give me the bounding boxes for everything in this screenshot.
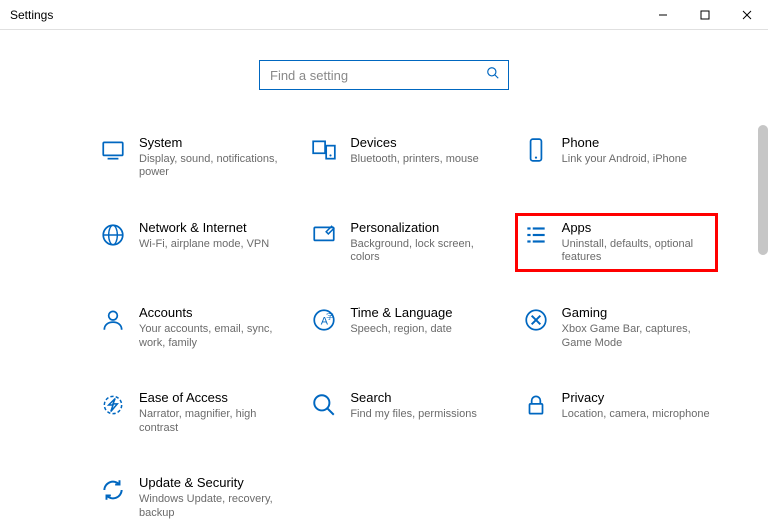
tile-title: Time & Language	[350, 305, 499, 321]
search-icon	[486, 66, 500, 85]
close-button[interactable]	[726, 0, 768, 29]
tile-network-internet[interactable]: Network & Internet Wi-Fi, airplane mode, …	[92, 213, 295, 272]
window-title: Settings	[10, 8, 53, 22]
tile-title: Apps	[562, 220, 711, 236]
tile-update-security[interactable]: Update & Security Windows Update, recover…	[92, 468, 295, 525]
gaming-icon	[522, 305, 550, 333]
tile-title: Network & Internet	[139, 220, 288, 236]
tile-phone[interactable]: Phone Link your Android, iPhone	[515, 128, 718, 187]
system-icon	[99, 135, 127, 163]
tile-text: Personalization Background, lock screen, …	[350, 220, 499, 265]
tile-title: Gaming	[562, 305, 711, 321]
tile-ease-of-access[interactable]: Ease of Access Narrator, magnifier, high …	[92, 383, 295, 442]
tile-personalization[interactable]: Personalization Background, lock screen, …	[303, 213, 506, 272]
minimize-icon	[658, 10, 668, 20]
tile-title: System	[139, 135, 288, 151]
tile-desc: Link your Android, iPhone	[562, 153, 711, 167]
tile-text: Phone Link your Android, iPhone	[562, 135, 711, 166]
search-input[interactable]	[268, 67, 486, 84]
search-icon	[310, 390, 338, 418]
tile-text: Privacy Location, camera, microphone	[562, 390, 711, 421]
tile-apps[interactable]: Apps Uninstall, defaults, optional featur…	[515, 213, 718, 272]
tile-text: System Display, sound, notifications, pow…	[139, 135, 288, 180]
tile-desc: Your accounts, email, sync, work, family	[139, 323, 288, 351]
tile-desc: Bluetooth, printers, mouse	[350, 153, 499, 167]
tile-desc: Location, camera, microphone	[562, 408, 711, 422]
search-box[interactable]	[259, 60, 509, 90]
tile-text: Search Find my files, permissions	[350, 390, 499, 421]
maximize-button[interactable]	[684, 0, 726, 29]
tile-desc: Background, lock screen, colors	[350, 238, 499, 266]
tile-desc: Windows Update, recovery, backup	[139, 493, 288, 521]
scrollbar[interactable]	[758, 125, 768, 255]
tile-text: Ease of Access Narrator, magnifier, high …	[139, 390, 288, 435]
tile-privacy[interactable]: Privacy Location, camera, microphone	[515, 383, 718, 442]
tile-title: Devices	[350, 135, 499, 151]
tile-text: Devices Bluetooth, printers, mouse	[350, 135, 499, 166]
privacy-icon	[522, 390, 550, 418]
tile-search[interactable]: Search Find my files, permissions	[303, 383, 506, 442]
network-icon	[99, 220, 127, 248]
tile-text: Gaming Xbox Game Bar, captures, Game Mode	[562, 305, 711, 350]
maximize-icon	[700, 10, 710, 20]
tile-title: Privacy	[562, 390, 711, 406]
tile-desc: Speech, region, date	[350, 323, 499, 337]
tile-title: Phone	[562, 135, 711, 151]
tile-text: Network & Internet Wi-Fi, airplane mode, …	[139, 220, 288, 251]
tile-system[interactable]: System Display, sound, notifications, pow…	[92, 128, 295, 187]
time-language-icon	[310, 305, 338, 333]
tile-devices[interactable]: Devices Bluetooth, printers, mouse	[303, 128, 506, 187]
tile-text: Apps Uninstall, defaults, optional featur…	[562, 220, 711, 265]
tile-title: Accounts	[139, 305, 288, 321]
tile-title: Update & Security	[139, 475, 288, 491]
devices-icon	[310, 135, 338, 163]
ease-of-access-icon	[99, 390, 127, 418]
close-icon	[742, 10, 752, 20]
personalization-icon	[310, 220, 338, 248]
settings-grid: System Display, sound, notifications, pow…	[0, 110, 768, 525]
accounts-icon	[99, 305, 127, 333]
content-area: System Display, sound, notifications, pow…	[0, 30, 768, 525]
update-security-icon	[99, 475, 127, 503]
tile-desc: Display, sound, notifications, power	[139, 153, 288, 181]
tile-title: Search	[350, 390, 499, 406]
tile-desc: Uninstall, defaults, optional features	[562, 238, 711, 266]
tile-accounts[interactable]: Accounts Your accounts, email, sync, work…	[92, 298, 295, 357]
tile-title: Personalization	[350, 220, 499, 236]
tile-desc: Find my files, permissions	[350, 408, 499, 422]
tile-text: Update & Security Windows Update, recover…	[139, 475, 288, 520]
window-controls	[642, 0, 768, 29]
search-row	[0, 30, 768, 110]
tile-text: Accounts Your accounts, email, sync, work…	[139, 305, 288, 350]
apps-icon	[522, 220, 550, 248]
tile-title: Ease of Access	[139, 390, 288, 406]
minimize-button[interactable]	[642, 0, 684, 29]
tile-gaming[interactable]: Gaming Xbox Game Bar, captures, Game Mode	[515, 298, 718, 357]
tile-time-language[interactable]: Time & Language Speech, region, date	[303, 298, 506, 357]
tile-text: Time & Language Speech, region, date	[350, 305, 499, 336]
tile-desc: Narrator, magnifier, high contrast	[139, 408, 288, 436]
tile-desc: Wi-Fi, airplane mode, VPN	[139, 238, 288, 252]
phone-icon	[522, 135, 550, 163]
tile-desc: Xbox Game Bar, captures, Game Mode	[562, 323, 711, 351]
titlebar: Settings	[0, 0, 768, 30]
